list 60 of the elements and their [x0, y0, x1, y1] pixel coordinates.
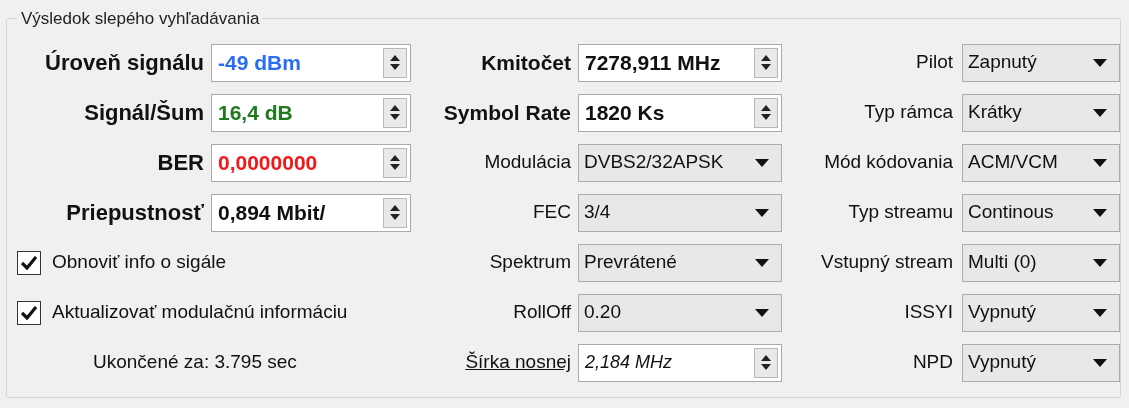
spin-field[interactable]: 0,0000000	[211, 143, 411, 182]
field-label: Kmitočet	[480, 49, 571, 76]
spin-buttons[interactable]	[383, 47, 407, 78]
caret-icon	[755, 158, 769, 167]
field-label: BER	[156, 149, 204, 177]
spin-buttons[interactable]	[383, 197, 407, 228]
checkbox[interactable]	[17, 300, 41, 325]
dropdown[interactable]: 0.20	[578, 293, 782, 332]
field-label: NPD	[911, 350, 953, 375]
spin-buttons[interactable]	[754, 47, 778, 78]
spin-buttons[interactable]	[754, 97, 778, 128]
field-label: Typ rámca	[863, 100, 953, 125]
dropdown[interactable]: DVBS2/32APSK	[578, 143, 782, 182]
spin-field[interactable]: 16,4 dB	[211, 93, 411, 132]
caret-icon	[755, 208, 769, 217]
caret-icon	[1093, 258, 1107, 267]
group-title: Výsledok slepého vyhľadávania	[20, 8, 261, 30]
dropdown[interactable]: ACM/VCM	[962, 143, 1120, 182]
checkbox-label: Aktualizovať modulačnú informáciu	[52, 300, 348, 325]
checkbox-label: Obnoviť info o sigále	[52, 250, 226, 275]
field-label: Spektrum	[488, 250, 571, 275]
field-label: Symbol Rate	[442, 99, 571, 126]
caret-icon	[1093, 208, 1107, 217]
checkbox[interactable]	[17, 250, 41, 275]
field-label: Mód kódovania	[823, 150, 953, 175]
spin-buttons[interactable]	[383, 147, 407, 178]
field-label: Modulácia	[483, 150, 571, 175]
spin-field[interactable]: 0,894 Mbit/	[211, 193, 411, 232]
field-label: Úroveň signálu	[44, 49, 204, 77]
caret-icon	[1093, 108, 1107, 117]
field-label: Typ streamu	[847, 200, 953, 225]
spin-field[interactable]: 7278,911 MHz	[578, 43, 782, 82]
dropdown[interactable]: Vypnutý	[962, 343, 1120, 382]
spin-buttons[interactable]	[754, 347, 778, 378]
spin-field[interactable]: -49 dBm	[211, 43, 411, 82]
field-label: Pilot	[915, 50, 953, 75]
field-label: RollOff	[512, 300, 571, 325]
dropdown[interactable]: Krátky	[962, 93, 1120, 132]
spin-field[interactable]: 2,184 MHz	[578, 343, 782, 382]
field-label: Signál/Šum	[83, 99, 204, 127]
caret-icon	[1093, 358, 1107, 367]
field-label: ISSYI	[903, 300, 953, 325]
link[interactable]: Šírka nosnej	[412, 348, 571, 377]
spin-field[interactable]: 1820 Ks	[578, 93, 782, 132]
dropdown[interactable]: Zapnutý	[962, 43, 1120, 82]
caret-icon	[1093, 58, 1107, 67]
caret-icon	[755, 308, 769, 317]
caret-icon	[755, 258, 769, 267]
dropdown[interactable]: Multi (0)	[962, 243, 1120, 282]
field-label: Vstupný stream	[820, 250, 953, 275]
dropdown[interactable]: 3/4	[578, 193, 782, 232]
caret-icon	[1093, 308, 1107, 317]
caret-icon	[1093, 158, 1107, 167]
field-label: FEC	[532, 200, 571, 225]
spin-buttons[interactable]	[383, 97, 407, 128]
dropdown[interactable]: Vypnutý	[962, 293, 1120, 332]
dropdown[interactable]: Continous	[962, 193, 1120, 232]
dropdown[interactable]: Prevrátené	[578, 243, 782, 282]
field-label: Priepustnosť	[65, 199, 204, 227]
elapsed-time: Ukončené za: 3.795 sec	[93, 350, 297, 375]
